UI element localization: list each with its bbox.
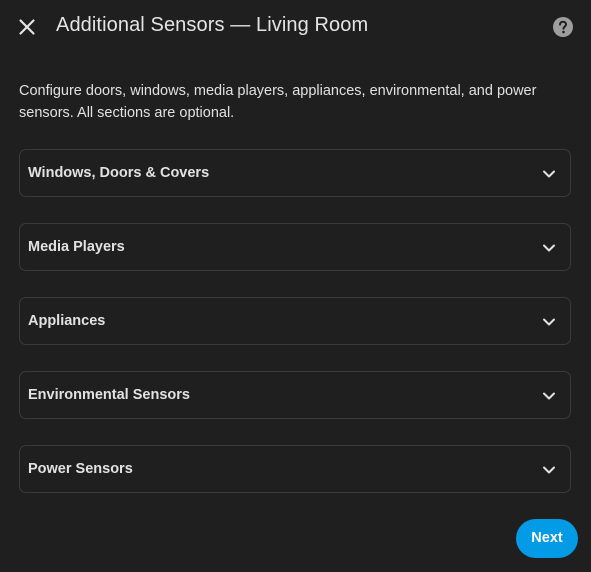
sensor-sections: Windows, Doors & Covers Media Players Ap… <box>19 149 571 519</box>
chevron-down-icon <box>541 388 557 404</box>
close-button[interactable] <box>15 15 39 39</box>
section-label: Media Players <box>28 239 125 255</box>
section-media-players[interactable]: Media Players <box>19 223 571 271</box>
section-appliances[interactable]: Appliances <box>19 297 571 345</box>
section-power-sensors[interactable]: Power Sensors <box>19 445 571 493</box>
chevron-down-icon <box>541 166 557 182</box>
additional-sensors-dialog: Additional Sensors — Living Room Configu… <box>0 0 591 572</box>
dialog-header: Additional Sensors — Living Room <box>0 0 591 56</box>
next-button[interactable]: Next <box>516 519 578 558</box>
chevron-down-icon <box>541 462 557 478</box>
section-environmental-sensors[interactable]: Environmental Sensors <box>19 371 571 419</box>
chevron-down-icon <box>541 314 557 330</box>
section-label: Windows, Doors & Covers <box>28 165 210 181</box>
help-button[interactable] <box>552 16 574 38</box>
chevron-down-icon <box>541 240 557 256</box>
section-windows-doors-covers[interactable]: Windows, Doors & Covers <box>19 149 571 197</box>
dialog-title: Additional Sensors — Living Room <box>56 14 369 36</box>
close-icon <box>15 15 39 39</box>
section-label: Appliances <box>28 313 106 329</box>
section-label: Power Sensors <box>28 461 133 477</box>
dialog-description: Configure doors, windows, media players,… <box>19 83 537 121</box>
help-icon <box>552 16 574 38</box>
section-label: Environmental Sensors <box>28 387 190 403</box>
